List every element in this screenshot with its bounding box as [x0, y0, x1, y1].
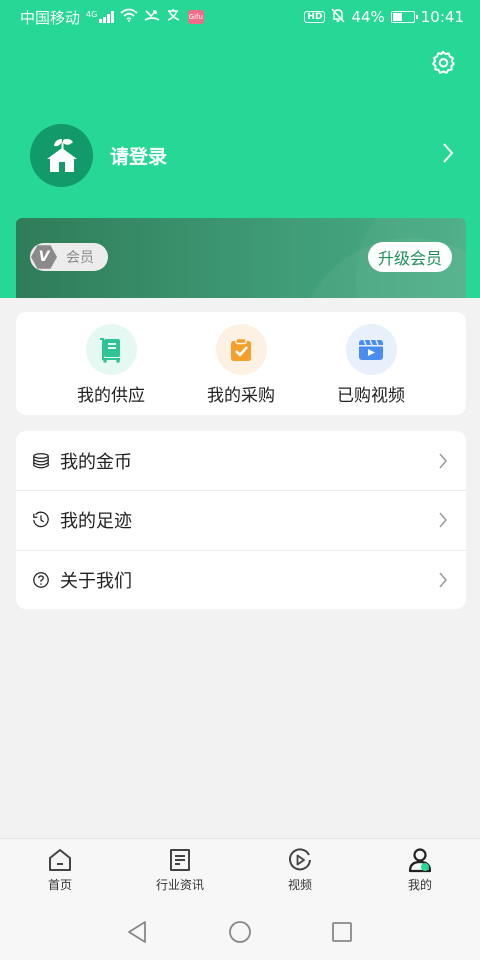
tab-video[interactable]: 视频: [250, 847, 350, 893]
wifi-icon: [120, 8, 138, 26]
back-button[interactable]: [125, 920, 149, 944]
app-notification-icon: Gifu: [187, 10, 204, 24]
hd-icon: HD: [304, 11, 326, 23]
tab-label: 视频: [287, 878, 312, 892]
upgrade-member-button[interactable]: 升级会员: [368, 242, 452, 272]
menu-item-label: 我的金币: [60, 451, 132, 473]
battery-icon: [390, 11, 418, 23]
news-icon: [166, 847, 194, 873]
network-type: 4G: [86, 11, 114, 23]
member-label: 会员: [66, 250, 94, 266]
tab-label: 行业资讯: [155, 878, 204, 892]
tab-label: 我的: [407, 878, 432, 892]
quick-icon-bg: [215, 324, 267, 375]
quick-action-label: 已购视频: [337, 386, 405, 406]
menu-item-coins[interactable]: 我的金币: [16, 431, 466, 490]
login-prompt[interactable]: 请登录: [110, 142, 167, 169]
translate-icon: [166, 8, 182, 26]
menu-item-label: 关于我们: [60, 570, 132, 592]
quick-action-label: 我的采购: [207, 386, 275, 406]
settings-button[interactable]: [426, 46, 460, 80]
chevron-right-icon: [439, 572, 447, 588]
supply-cart-icon: [100, 337, 120, 363]
quick-action-supply[interactable]: 我的供应: [61, 324, 161, 406]
home-icon: [46, 847, 74, 873]
missed-call-icon: [144, 8, 160, 26]
purchase-clipboard-icon: [231, 337, 251, 361]
tab-profile[interactable]: 我的: [370, 847, 470, 893]
profile-icon: [406, 847, 434, 873]
quick-action-videos[interactable]: 已购视频: [321, 324, 421, 406]
question-circle-icon: [32, 571, 50, 589]
quick-icon-bg: [345, 324, 397, 375]
bottom-tab-bar: 首页 行业资讯 视频 我的: [0, 838, 480, 902]
history-clock-icon: [32, 511, 50, 529]
vip-hex-icon: V: [31, 245, 57, 269]
quick-action-purchase[interactable]: 我的采购: [191, 324, 291, 406]
tab-home[interactable]: 首页: [10, 847, 110, 893]
video-play-icon: [286, 847, 314, 873]
avatar: [30, 123, 93, 187]
recents-square-icon: [332, 922, 352, 942]
tab-label: 首页: [47, 878, 72, 892]
quick-actions-card: 我的供应 我的采购 已购视频: [16, 312, 466, 415]
tab-news[interactable]: 行业资讯: [130, 847, 230, 893]
coins-icon: [32, 452, 50, 470]
menu-item-about[interactable]: 关于我们: [16, 549, 466, 609]
house-sprout-icon: [46, 138, 77, 172]
quick-icon-bg: [85, 324, 137, 375]
home-circle-icon: [229, 921, 251, 943]
back-triangle-icon: [128, 921, 146, 943]
clock: 10:41: [420, 8, 464, 26]
video-player-icon: [359, 339, 383, 360]
login-row[interactable]: 请登录: [30, 123, 454, 187]
battery-percent: 44%: [351, 8, 385, 26]
chevron-right-icon: [442, 142, 454, 168]
home-button[interactable]: [228, 920, 252, 944]
member-badge: V 会员: [30, 243, 108, 271]
mute-bell-icon: [331, 7, 345, 27]
recents-button[interactable]: [330, 920, 354, 944]
signal-icon: [99, 11, 114, 23]
battery-fill: [392, 13, 402, 21]
menu-item-history[interactable]: 我的足迹: [16, 490, 466, 549]
carrier-label: 中国移动: [20, 8, 81, 27]
gear-icon: [432, 50, 455, 74]
system-navigation-bar: [0, 902, 480, 960]
status-bar: 中国移动 4G Gifu HD 44% 10:41: [0, 0, 480, 34]
chevron-right-icon: [439, 512, 447, 528]
member-card: V 会员 升级会员: [16, 218, 466, 298]
menu-item-label: 我的足迹: [60, 511, 132, 533]
menu-list: 我的金币 我的足迹 关于我们: [16, 431, 466, 609]
chevron-right-icon: [439, 453, 447, 469]
quick-action-label: 我的供应: [77, 386, 145, 406]
